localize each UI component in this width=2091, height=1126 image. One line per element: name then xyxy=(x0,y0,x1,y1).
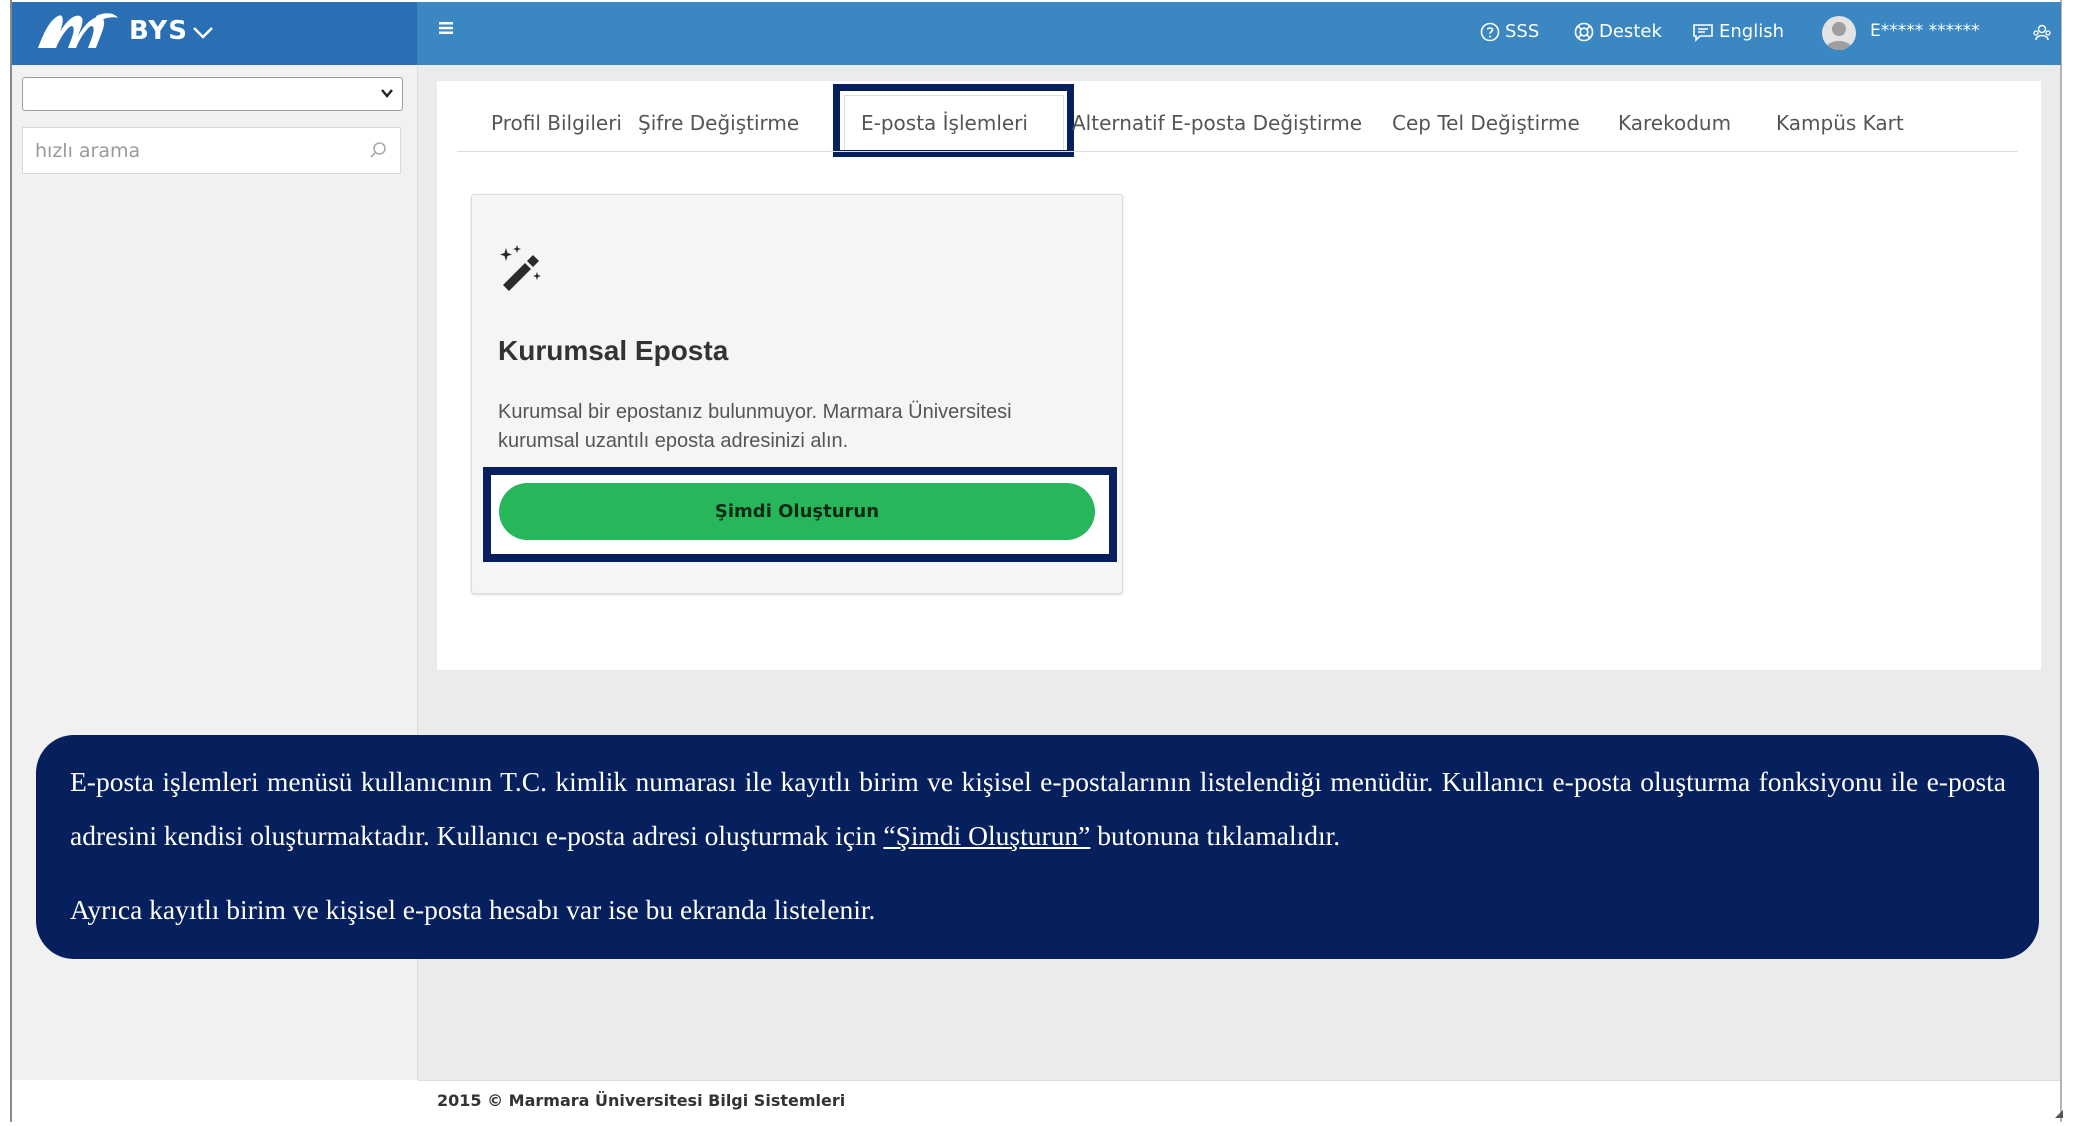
lifebuoy-icon xyxy=(1574,22,1594,41)
tab-qr-code[interactable]: Karekodum xyxy=(1618,111,1731,135)
user-menu[interactable]: E***** ****** xyxy=(1870,21,1980,41)
tab-mobile-phone[interactable]: Cep Tel Değiştirme xyxy=(1392,111,1580,135)
resize-corner-icon xyxy=(2055,1110,2063,1118)
callout-paragraph-2: Ayrıca kayıtlı birim ve kişisel e-posta … xyxy=(70,894,876,925)
tab-campus-card[interactable]: Kampüs Kart xyxy=(1776,111,1904,135)
chevron-down-icon xyxy=(381,89,393,98)
language-link[interactable]: English xyxy=(1692,21,1784,42)
card-title: Kurumsal Eposta xyxy=(498,335,729,366)
content-panel: Profil Bilgileri Şifre Değiştirme E-post… xyxy=(437,81,2041,670)
quick-search xyxy=(22,127,401,174)
card-description: Kurumsal bir epostanız bulunmuyor. Marma… xyxy=(498,401,1012,452)
users-icon[interactable] xyxy=(2032,24,2052,42)
support-label: Destek xyxy=(1599,21,1662,42)
create-now-button[interactable]: Şimdi Oluşturun xyxy=(499,483,1095,540)
user-name: E***** ****** xyxy=(1870,21,1980,41)
corporate-email-card: Kurumsal Eposta Kurumsal bir epostanız b… xyxy=(471,194,1123,594)
brand-area[interactable]: BYS xyxy=(12,2,417,65)
module-select[interactable] xyxy=(22,77,403,111)
tab-change-password[interactable]: Şifre Değiştirme xyxy=(638,111,799,135)
brand-name: BYS xyxy=(129,16,188,46)
callout-button-reference: “Şimdi Oluşturun” xyxy=(883,820,1091,851)
explanation-callout: E-posta işlemleri menüsü kullanıcının T.… xyxy=(36,735,2039,959)
chevron-down-icon xyxy=(193,27,213,39)
support-link[interactable]: Destek xyxy=(1574,21,1662,42)
callout-paragraph-1: E-posta işlemleri menüsü kullanıcının T.… xyxy=(70,755,2006,863)
language-label: English xyxy=(1719,21,1784,42)
callout-text-2: butonuna tıklamalıdır. xyxy=(1090,820,1341,851)
faq-link[interactable]: SSS xyxy=(1480,21,1539,42)
tab-alternative-email[interactable]: Alternatif E-posta Değiştirme xyxy=(1072,111,1362,135)
user-silhouette-icon xyxy=(1825,22,1853,50)
avatar[interactable] xyxy=(1822,16,1856,50)
top-navbar: BYS SSS Destek English E***** ****** xyxy=(12,2,2061,65)
search-icon[interactable] xyxy=(368,140,388,160)
footer: 2015 © Marmara Üniversitesi Bilgi Sistem… xyxy=(418,1080,2060,1121)
quick-search-input[interactable] xyxy=(33,136,347,166)
footer-copyright: 2015 © Marmara Üniversitesi Bilgi Sistem… xyxy=(437,1091,846,1110)
faq-label: SSS xyxy=(1505,21,1540,42)
marmara-logo-icon xyxy=(38,13,118,48)
tab-profile-info[interactable]: Profil Bilgileri xyxy=(491,111,622,135)
hamburger-menu-icon[interactable] xyxy=(438,21,454,35)
profile-tabs: Profil Bilgileri Şifre Değiştirme E-post… xyxy=(457,95,2018,152)
tab-email-operations[interactable]: E-posta İşlemleri xyxy=(861,111,1028,135)
magic-wand-icon xyxy=(500,245,541,291)
chat-bubble-icon xyxy=(1693,23,1713,42)
question-circle-icon xyxy=(1480,22,1500,41)
